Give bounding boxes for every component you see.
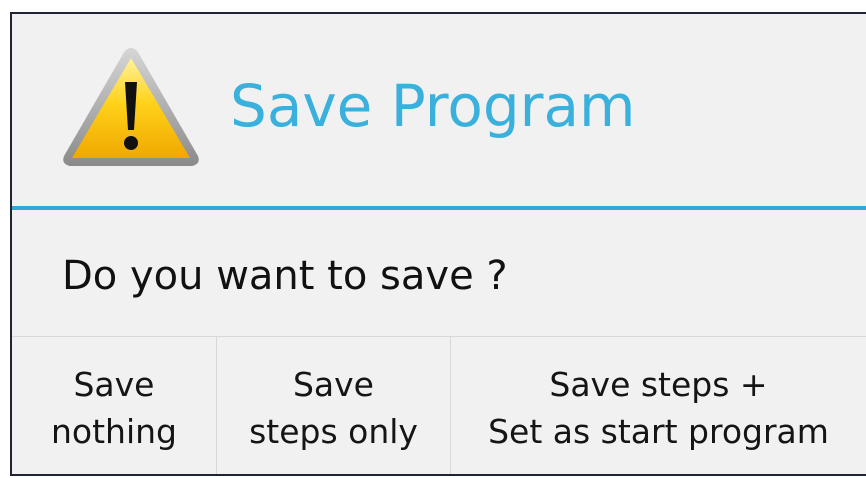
save-steps-only-button[interactable]: Save steps only bbox=[216, 337, 450, 474]
save-program-dialog: Save Program Do you want to save ? Save … bbox=[10, 12, 866, 476]
title-divider bbox=[12, 206, 866, 210]
warning-icon bbox=[63, 48, 199, 166]
dialog-header: Save Program bbox=[12, 14, 866, 206]
dialog-button-bar: Save nothing Save steps only Save steps … bbox=[12, 336, 866, 474]
dialog-title: Save Program bbox=[230, 72, 636, 140]
screen: Save Program Do you want to save ? Save … bbox=[0, 0, 866, 478]
save-steps-set-start-button[interactable]: Save steps + Set as start program bbox=[450, 337, 866, 474]
dialog-message: Do you want to save ? bbox=[62, 253, 508, 299]
save-nothing-button[interactable]: Save nothing bbox=[12, 337, 216, 474]
